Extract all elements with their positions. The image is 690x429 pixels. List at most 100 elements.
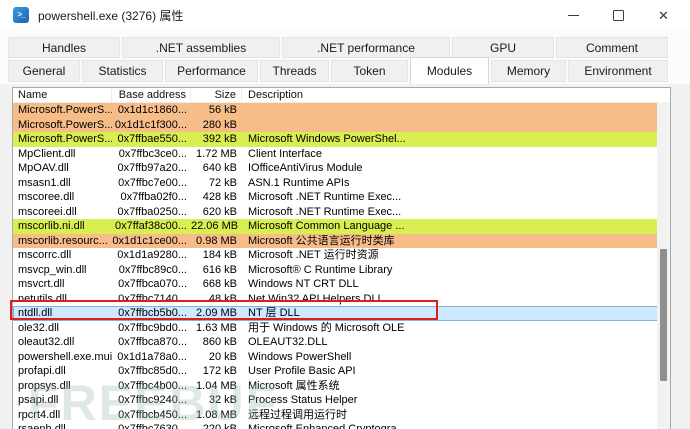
cell-size: 1.63 MB — [196, 321, 237, 334]
cell-desc: Microsoft .NET 运行时资源 — [248, 249, 379, 261]
cell-base: 0x1d1c1860... — [117, 104, 187, 116]
cell-name: Microsoft.PowerS... — [18, 104, 112, 116]
cell-base: 0x7ffb97a20... — [117, 162, 187, 174]
cell-desc: 远程过程调用运行时 — [248, 408, 347, 421]
module-row-netutils-dll[interactable]: netutils.dll 0x7ffbc7140... 48 kB Net Win32… — [13, 292, 670, 307]
cell-base: 0x7ffbc7140... — [118, 292, 187, 305]
module-row-ntdll-dll[interactable]: ntdll.dll 0x7ffbcb5b0... 2.09 MB NT 层 DLL — [13, 306, 670, 321]
cell-name: msvcrt.dll — [18, 278, 65, 290]
tab-handles[interactable]: Handles — [8, 37, 120, 58]
module-row-mscorlib-ni-dll[interactable]: mscorlib.ni.dll 0x7ffaf38c00... 22.06 MB Mi… — [13, 219, 670, 234]
cell-name: ole32.dll — [18, 321, 59, 334]
module-row-psapi-dll[interactable]: psapi.dll 0x7ffbc9240... 32 kB Process Stat… — [13, 393, 670, 408]
cell-name: netutils.dll — [18, 292, 67, 305]
tab-statistics[interactable]: Statistics — [82, 60, 163, 82]
maximize-icon — [613, 9, 624, 21]
scrollbar-thumb[interactable] — [660, 249, 667, 381]
cell-desc: Client Interface — [248, 147, 322, 160]
cell-size: 668 kB — [202, 278, 237, 290]
module-row-ole32-dll[interactable]: ole32.dll 0x7ffbc9bd0... 1.63 MB 用于 Windows… — [13, 321, 670, 336]
cell-name: profapi.dll — [18, 365, 66, 377]
cell-desc: Microsoft® C Runtime Library — [248, 263, 393, 276]
cell-base: 0x7ffbca870... — [118, 336, 187, 348]
tab-modules[interactable]: Modules — [410, 57, 489, 84]
cell-size: 2.09 MB — [196, 307, 237, 319]
cell-base: 0x7ffbae550... — [117, 133, 187, 145]
tab-comment[interactable]: Comment — [556, 37, 668, 58]
module-row-rpcrt4-dll[interactable]: rpcrt4.dll 0x7ffbcb450... 1.08 MB 远程过程调用运行时 — [13, 408, 670, 423]
minimize-button[interactable] — [551, 0, 596, 30]
cell-name: psapi.dll — [18, 394, 59, 406]
tab-threads[interactable]: Threads — [260, 60, 329, 82]
cell-base: 0x7ffbc9240... — [118, 394, 187, 406]
tab-gpu[interactable]: GPU — [452, 37, 554, 58]
modules-list[interactable]: Name Base address Size Description Micro… — [12, 87, 671, 429]
tab-memory[interactable]: Memory — [491, 60, 566, 82]
column-header-description[interactable]: Description — [242, 88, 670, 102]
cell-base: 0x1d1c1ce00... — [112, 234, 187, 247]
cell-size: 640 kB — [202, 162, 237, 174]
tab-general[interactable]: General — [8, 60, 80, 82]
module-row-profapi-dll[interactable]: profapi.dll 0x7ffbc85d0... 172 kB User Prof… — [13, 364, 670, 379]
module-row-powershell-exe-mui[interactable]: powershell.exe.mui 0x1d1a78a0... 20 kB Wind… — [13, 350, 670, 365]
cell-name: mscorlib.resourc... — [18, 234, 108, 247]
column-header-size[interactable]: Size — [191, 88, 242, 102]
cell-size: 616 kB — [202, 263, 237, 276]
tab-token[interactable]: Token — [331, 60, 408, 82]
module-row-oleaut32-dll[interactable]: oleaut32.dll 0x7ffbca870... 860 kB OLEAUT32… — [13, 335, 670, 350]
modules-rows: Microsoft.PowerS... 0x1d1c1860... 56 kB Mic… — [13, 103, 670, 429]
module-row-propsys-dll[interactable]: propsys.dll 0x7ffbc4b00... 1.04 MB Microsof… — [13, 379, 670, 394]
cell-desc: Process Status Helper — [248, 394, 358, 406]
module-row-mscorrc-dll[interactable]: mscorrc.dll 0x1d1a9280... 184 kB Microsoft … — [13, 248, 670, 263]
cell-desc: Microsoft 属性系统 — [248, 379, 340, 392]
cell-size: 1.72 MB — [196, 147, 237, 160]
cell-name: ntdll.dll — [18, 307, 53, 319]
tab-performance[interactable]: Performance — [165, 60, 258, 82]
maximize-button[interactable] — [596, 0, 641, 30]
module-row-microsoft-powers[interactable]: Microsoft.PowerS... 0x1d1c1860... 56 kB — [13, 103, 670, 118]
module-row-mscoreei-dll[interactable]: mscoreei.dll 0x7ffba0250... 620 kB Microsof… — [13, 205, 670, 220]
column-header-name[interactable]: Name — [13, 88, 112, 102]
cell-size: 48 kB — [208, 292, 237, 305]
cell-base: 0x7ffbc9bd0... — [118, 321, 187, 334]
module-row-msvcp-win-dll[interactable]: msvcp_win.dll 0x7ffbc89c0... 616 kB Microso… — [13, 263, 670, 278]
cell-size: 0.98 MB — [196, 234, 237, 247]
column-header-base-address[interactable]: Base address — [112, 88, 191, 102]
tab-environment[interactable]: Environment — [568, 60, 668, 82]
module-row-mscoree-dll[interactable]: mscoree.dll 0x7ffba02f0... 428 kB Microsoft… — [13, 190, 670, 205]
module-row-microsoft-powers[interactable]: Microsoft.PowerS... 0x1d1c1f300... 280 kB — [13, 117, 670, 132]
module-row-msasn1-dll[interactable]: msasn1.dll 0x7ffbc7e00... 72 kB ASN.1 Runti… — [13, 176, 670, 191]
close-button[interactable]: ✕ — [641, 0, 686, 30]
cell-size: 280 kB — [202, 118, 237, 131]
title-bar: >_ powershell.exe (3276) 属性 ✕ — [0, 0, 690, 30]
module-row-mpclient-dll[interactable]: MpClient.dll 0x7ffbc3ce0... 1.72 MB Client … — [13, 147, 670, 162]
cell-name: msasn1.dll — [18, 176, 71, 189]
cell-size: 72 kB — [208, 176, 237, 189]
cell-name: Microsoft.PowerS... — [18, 118, 112, 131]
module-row-mpoav-dll[interactable]: MpOAV.dll 0x7ffb97a20... 640 kB IOfficeAnti… — [13, 161, 670, 176]
vertical-scrollbar[interactable] — [657, 102, 670, 429]
cell-name: msvcp_win.dll — [18, 263, 87, 276]
tab-net-performance[interactable]: .NET performance — [282, 37, 450, 58]
module-row-msvcrt-dll[interactable]: msvcrt.dll 0x7ffbca070... 668 kB Windows NT… — [13, 277, 670, 292]
cell-desc: Microsoft .NET Runtime Exec... — [248, 191, 402, 203]
module-row-microsoft-powers[interactable]: Microsoft.PowerS... 0x7ffbae550... 392 kB M… — [13, 132, 670, 147]
cell-desc: ASN.1 Runtime APIs — [248, 176, 350, 189]
cell-base: 0x7ffba02f0... — [120, 191, 187, 203]
cell-name: mscorrc.dll — [18, 249, 72, 261]
cell-name: mscoree.dll — [18, 191, 75, 203]
cell-base: 0x1d1a78a0... — [117, 350, 187, 363]
cell-size: 56 kB — [208, 104, 237, 116]
cell-desc: Net Win32 API Helpers DLL — [248, 292, 384, 305]
cell-name: MpOAV.dll — [18, 162, 69, 174]
tab-net-assemblies[interactable]: .NET assemblies — [122, 37, 280, 58]
module-row-rsaenh-dll[interactable]: rsaenh.dll 0x7ffbc7630... 220 kB Microsoft … — [13, 422, 670, 429]
module-row-mscorlib-resourc[interactable]: mscorlib.resourc... 0x1d1c1ce00... 0.98 MB… — [13, 233, 670, 248]
cell-name: mscorlib.ni.dll — [18, 220, 85, 232]
cell-desc: User Profile Basic API — [248, 365, 356, 377]
cell-name: powershell.exe.mui — [18, 350, 112, 363]
cell-size: 172 kB — [202, 365, 237, 377]
cell-desc: Microsoft Windows PowerShel... — [248, 133, 406, 145]
cell-size: 1.08 MB — [196, 408, 237, 421]
modules-page: Name Base address Size Description Micro… — [0, 84, 690, 429]
